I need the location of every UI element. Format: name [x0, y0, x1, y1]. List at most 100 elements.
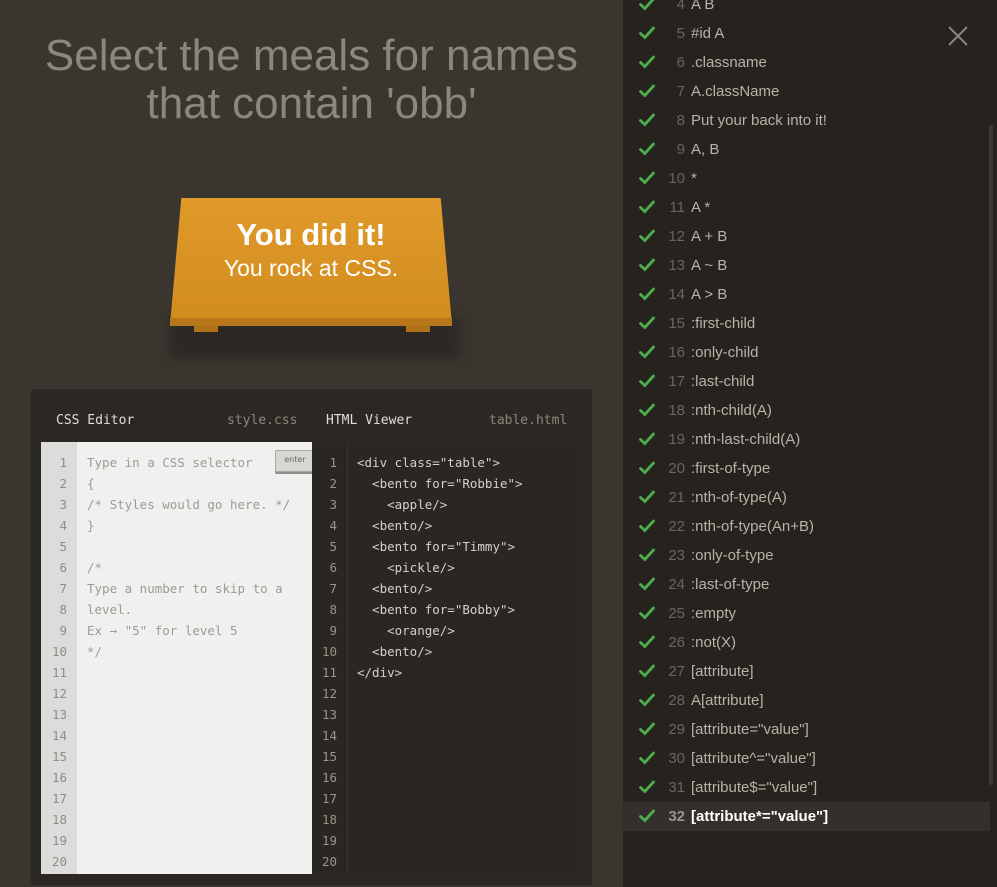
level-item[interactable]: 31 [attribute$="value"]: [623, 773, 990, 802]
level-item[interactable]: 22:nth-of-type(An+B): [623, 512, 990, 541]
level-item[interactable]: 24:last-of-type: [623, 570, 990, 599]
line-number: 3: [59, 497, 67, 512]
level-name: :nth-of-type(An+B): [691, 518, 814, 535]
level-item[interactable]: 19:nth-last-child(A): [623, 425, 990, 454]
css-input[interactable]: Type in a CSS selector {/* Styles would g…: [87, 452, 307, 662]
level-item[interactable]: 8 Put your back into it!: [623, 106, 990, 135]
line-number: 10: [51, 644, 67, 659]
order-line-1: Select the meals for names: [44, 31, 579, 80]
level-name: A, B: [691, 141, 720, 158]
level-number: 5: [676, 25, 685, 42]
css-editor[interactable]: 1 2 3 4 5 6 7 8 9 10 11 12 13 14 15 16 17 18 19 20 Type in …: [41, 442, 315, 874]
enter-button[interactable]: enter: [275, 450, 315, 472]
level-item[interactable]: 11 A *: [623, 193, 990, 222]
level-list: 4 A B 5 #id A 6 .classname 7 A.className 8 Put yo…: [623, 0, 997, 887]
line-number: 2: [59, 476, 67, 491]
level-item[interactable]: 17:last-child: [623, 367, 990, 396]
level-item[interactable]: 23:only-of-type: [623, 541, 990, 570]
level-item[interactable]: 7 A.className: [623, 77, 990, 106]
line-number: 4: [59, 518, 67, 533]
level-number: 9: [676, 141, 685, 158]
css-code-line: level.: [87, 602, 133, 617]
css-code-line: /*: [87, 560, 103, 575]
line-number: 3: [329, 497, 337, 512]
level-item[interactable]: 4 A B: [623, 0, 990, 19]
line-number: 13: [321, 707, 337, 722]
level-number: 26: [668, 634, 685, 651]
level-name: *: [691, 170, 697, 187]
line-number: 5: [59, 539, 67, 554]
line-number: 19: [321, 833, 337, 848]
check-icon: [639, 345, 655, 359]
level-number: 7: [676, 83, 685, 100]
level-item[interactable]: 14 A > B: [623, 280, 990, 309]
level-name: :last-child: [691, 373, 755, 390]
css-code-line: [87, 536, 307, 557]
html-code-line: <bento/>: [357, 518, 433, 533]
level-number: 10: [668, 170, 685, 187]
line-number: 7: [329, 581, 337, 596]
level-item[interactable]: 12 A + B: [623, 222, 990, 251]
level-name: :first-of-type: [691, 460, 771, 477]
css-code-line: */: [87, 644, 103, 659]
editor-header: CSS Editor style.css HTML Viewer table.h…: [41, 401, 581, 443]
level-item[interactable]: 29 [attribute="value"]: [623, 715, 990, 744]
line-number: 6: [329, 560, 337, 575]
level-name: :nth-last-child(A): [691, 431, 801, 448]
level-name: .classname: [691, 54, 767, 71]
level-number: 21: [668, 489, 685, 506]
level-item[interactable]: 10 *: [623, 164, 990, 193]
level-number: 18: [668, 402, 685, 419]
level-item[interactable]: 30 [attribute^="value"]: [623, 744, 990, 773]
level-item[interactable]: 9 A, B: [623, 135, 990, 164]
html-code-line: <orange/>: [357, 623, 455, 638]
level-name: [attribute^="value"]: [691, 750, 816, 767]
check-icon: [639, 113, 655, 127]
level-item[interactable]: 27 [attribute]: [623, 657, 990, 686]
success-subtitle: You rock at CSS.: [223, 255, 399, 281]
check-icon: [639, 693, 655, 707]
level-item[interactable]: 25:empty: [623, 599, 990, 628]
level-number: 8: [676, 112, 685, 129]
level-number: 14: [668, 286, 685, 303]
html-code-line: <bento/>: [357, 581, 433, 596]
line-number: 12: [51, 686, 67, 701]
level-item[interactable]: 28 A[attribute]: [623, 686, 990, 715]
html-code-line: </div>: [357, 665, 403, 680]
level-item[interactable]: 6 .classname: [623, 48, 990, 77]
html-line-numbers: 1 2 3 4 5 6 7 8 9 10 11 12 13 14 15 16 17 18 19 20: [312, 442, 348, 874]
level-item[interactable]: 5 #id A: [623, 19, 990, 48]
html-code-line: <bento for="Bobby">: [357, 602, 516, 617]
level-item[interactable]: 16:only-child: [623, 338, 990, 367]
line-number: 18: [321, 812, 337, 827]
level-item[interactable]: 32 [attribute*="value"]: [623, 802, 990, 831]
level-item[interactable]: 21:nth-of-type(A): [623, 483, 990, 512]
level-number: 11: [669, 199, 685, 216]
level-name: A.className: [691, 83, 780, 100]
check-icon: [639, 200, 655, 214]
line-number: 20: [51, 854, 67, 869]
line-number: 10: [321, 644, 337, 659]
line-number: 18: [51, 812, 67, 827]
level-number: 28: [668, 692, 685, 709]
level-number: 15: [668, 315, 685, 332]
line-number: 8: [59, 602, 67, 617]
level-item[interactable]: 26:not(X): [623, 628, 990, 657]
check-icon: [639, 26, 655, 40]
check-icon: [639, 722, 655, 736]
close-icon[interactable]: [947, 25, 969, 47]
check-icon: [639, 403, 655, 417]
check-icon: [639, 780, 655, 794]
check-icon: [639, 519, 655, 533]
check-icon: [639, 635, 655, 649]
level-item[interactable]: 13 A ~ B: [623, 251, 990, 280]
scrollbar-thumb[interactable]: [989, 125, 993, 785]
table-leg-right: [406, 326, 430, 332]
level-item[interactable]: 15:first-child: [623, 309, 990, 338]
level-number: 30: [668, 750, 685, 767]
level-name: A + B: [691, 228, 728, 245]
css-code-line: Type in a CSS selector: [87, 455, 253, 470]
line-number: 14: [321, 728, 337, 743]
level-item[interactable]: 18:nth-child(A): [623, 396, 990, 425]
level-item[interactable]: 20:first-of-type: [623, 454, 990, 483]
